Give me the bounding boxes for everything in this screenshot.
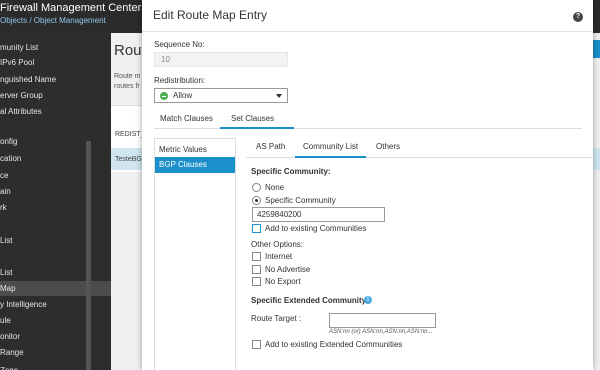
sidebar-item[interactable]: ule [0, 313, 111, 328]
add-existing-extended-label: Add to existing Extended Communities [265, 340, 403, 349]
sidebar-item[interactable]: onfig [0, 134, 111, 149]
dialog-title: Edit Route Map Entry [153, 8, 268, 22]
route-target-label: Route Target : [251, 314, 302, 323]
sidebar-item[interactable]: erver Group [0, 88, 111, 103]
chevron-down-icon [276, 94, 282, 98]
bgp-sub-tabs: AS Path Community List Others [246, 138, 593, 158]
set-clauses-list: Metric Values BGP Clauses [154, 138, 236, 370]
route-target-hint: ASN:nn (or) ASN:nn,ASN:nn,ASN:nn... [329, 329, 433, 335]
redistribution-value: Allow [173, 91, 193, 100]
redistribution-select[interactable]: Allow [154, 88, 288, 103]
radio-specific-community[interactable] [252, 196, 261, 205]
add-existing-communities-checkbox[interactable] [252, 224, 261, 233]
info-icon[interactable]: i [364, 296, 372, 304]
sidebar-scrollbar[interactable] [86, 141, 91, 370]
sidebar-item[interactable]: y Intelligence [0, 297, 111, 312]
add-existing-extended-checkbox[interactable] [252, 340, 261, 349]
sidebar-item[interactable]: ain [0, 184, 111, 199]
tab-community-list[interactable]: Community List [303, 142, 358, 151]
no-advertise-checkbox[interactable] [252, 265, 261, 274]
clause-tabs: Match Clauses Set Clauses [154, 110, 582, 129]
table-row[interactable]: TesteBG [115, 156, 142, 163]
sidebar-item[interactable]: munity List [0, 40, 111, 55]
internet-checkbox[interactable] [252, 252, 261, 261]
add-button[interactable] [592, 40, 600, 58]
sequence-label: Sequence No: [154, 40, 205, 49]
allow-icon [160, 92, 168, 100]
active-tab-indicator [220, 127, 294, 129]
radio-specific-community-label: Specific Community [265, 196, 336, 205]
table-row-highlight-right [592, 148, 600, 170]
breadcrumb[interactable]: Objects / Object Management [0, 16, 106, 25]
radio-none[interactable] [252, 183, 261, 192]
radio-none-label: None [265, 183, 285, 192]
redistribution-label: Redistribution: [154, 76, 206, 85]
tab-match-clauses[interactable]: Match Clauses [160, 114, 213, 123]
add-existing-communities-label: Add to existing Communities [265, 224, 367, 233]
tab-set-clauses[interactable]: Set Clauses [231, 114, 274, 123]
other-options-title: Other Options: [251, 240, 304, 249]
sidebar: munity List IPv6 Pool nguished Name erver G… [0, 33, 111, 370]
sidebar-item[interactable]: Range [0, 345, 111, 360]
sequence-input[interactable]: 10 [154, 52, 288, 67]
list-item-metric-values[interactable]: Metric Values [155, 142, 235, 158]
tab-others[interactable]: Others [376, 142, 400, 151]
no-export-checkbox[interactable] [252, 277, 261, 286]
tab-as-path[interactable]: AS Path [256, 142, 285, 151]
table-row[interactable]: REDIST_ [115, 131, 145, 138]
sidebar-item[interactable]: rk [0, 200, 111, 215]
sidebar-item[interactable]: cation [0, 151, 111, 166]
dialog-header: Edit Route Map Entry ? [142, 0, 593, 32]
app-title: Firewall Management Center [0, 2, 142, 14]
active-sub-tab-indicator [295, 156, 366, 158]
sidebar-item[interactable]: nguished Name [0, 72, 111, 87]
sidebar-item[interactable]: List [0, 233, 111, 248]
sidebar-item[interactable]: List [0, 265, 111, 280]
internet-label: Internet [265, 252, 293, 261]
no-export-label: No Export [265, 277, 301, 286]
specific-community-title: Specific Community: [251, 167, 331, 176]
community-value-input[interactable]: 4259840200 [252, 207, 385, 222]
sidebar-item[interactable]: IPv6 Pool [0, 55, 111, 70]
route-target-input[interactable] [329, 313, 436, 328]
extended-community-title: Specific Extended Community: [251, 296, 369, 305]
sidebar-item[interactable]: Map [0, 281, 111, 296]
sidebar-item[interactable]: ce [0, 168, 111, 183]
sidebar-item[interactable]: onitor [0, 329, 111, 344]
list-item-bgp-clauses[interactable]: BGP Clauses [155, 157, 235, 173]
sidebar-item[interactable]: Zone [0, 363, 111, 370]
no-advertise-label: No Advertise [265, 265, 311, 274]
edit-route-map-dialog: Edit Route Map Entry ? Sequence No: 10 R… [142, 0, 593, 370]
sidebar-item[interactable]: al Attributes [0, 104, 111, 119]
help-icon[interactable]: ? [573, 12, 583, 22]
